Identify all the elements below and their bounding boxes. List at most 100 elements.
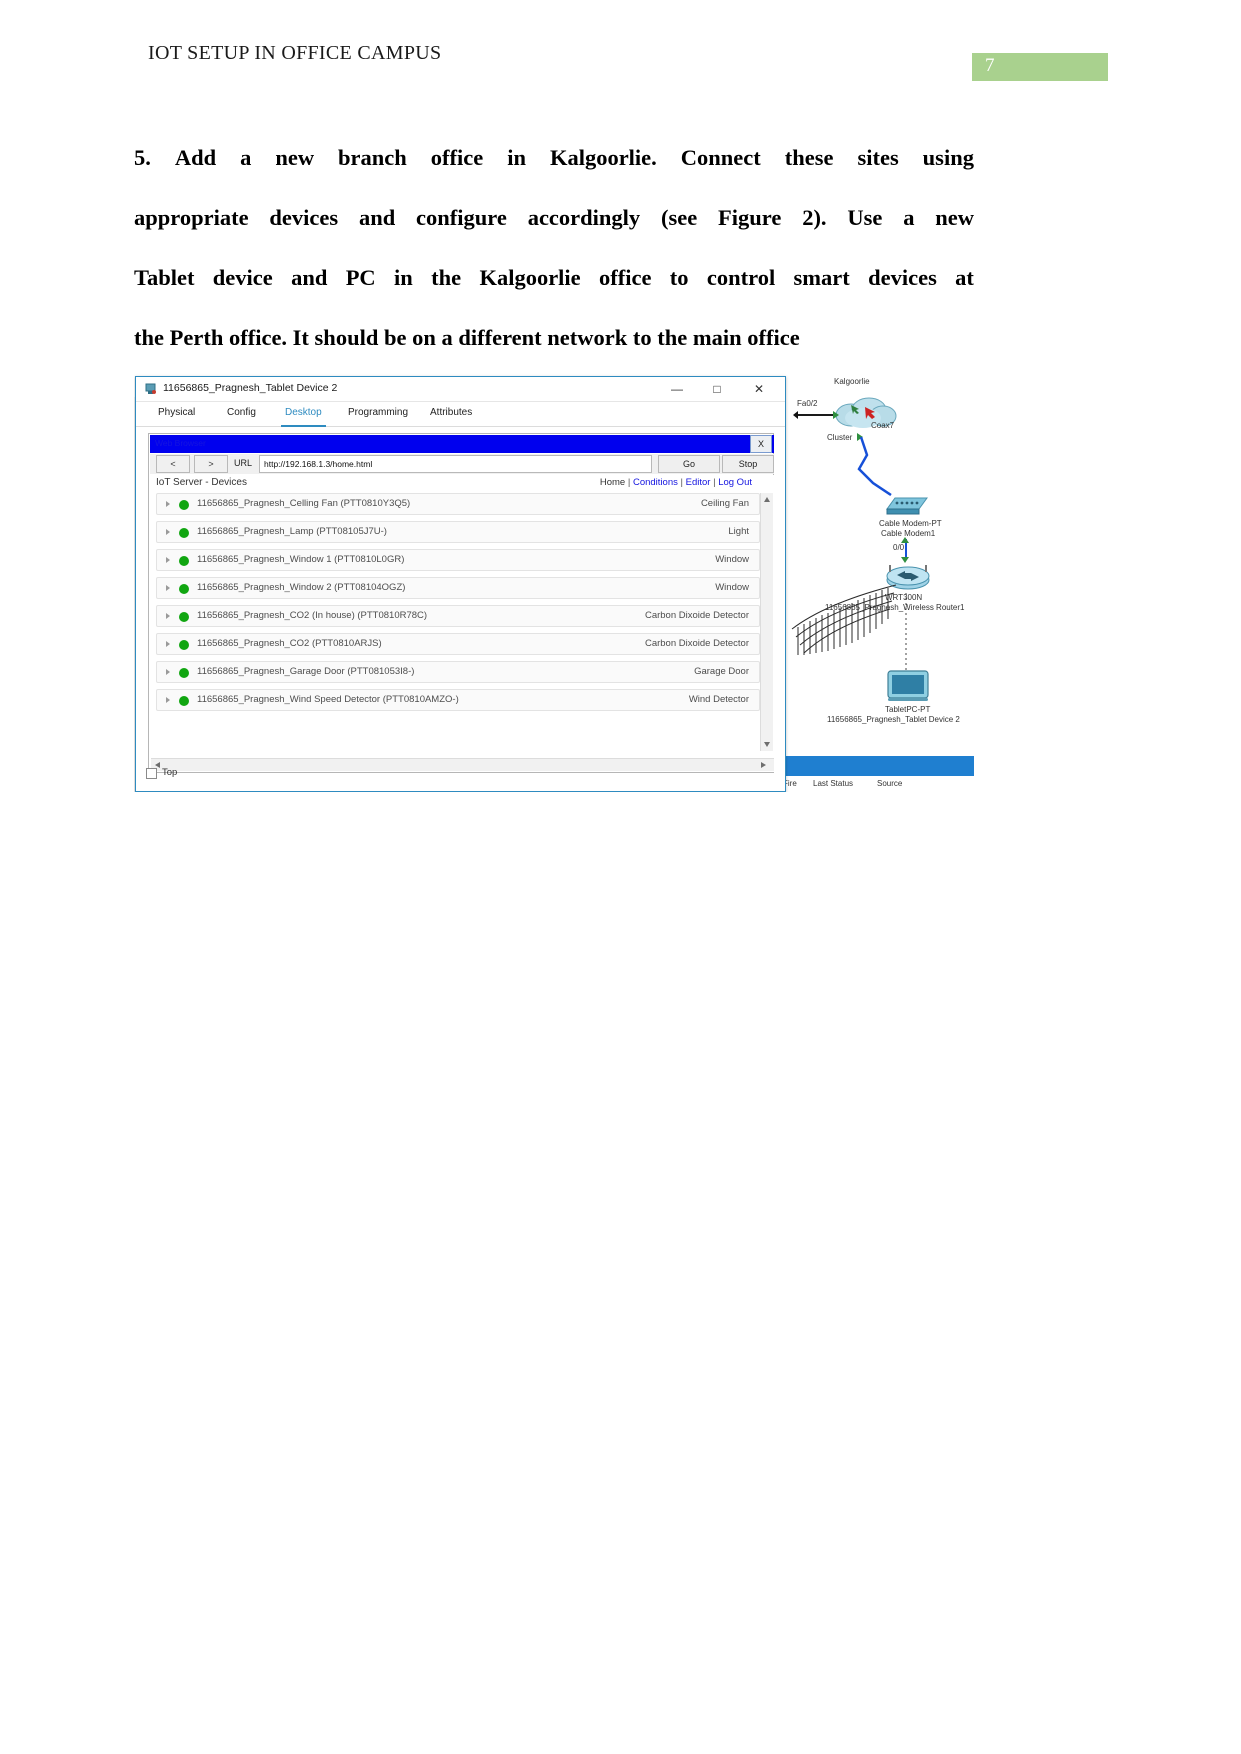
back-button[interactable]: < [156, 455, 190, 473]
device-name: 11656865_Pragnesh_CO2 (In house) (PTT081… [197, 610, 428, 621]
packet-tracer-status-bar [779, 756, 974, 776]
topo-tablet-label-2: 11656865_Pragnesh_Tablet Device 2 [827, 715, 960, 724]
tab-physical[interactable]: Physical [154, 405, 199, 426]
forward-button[interactable]: > [194, 455, 228, 473]
table-row[interactable]: 11656865_Pragnesh_Wind Speed Detector (P… [156, 689, 760, 711]
expand-chevron-icon[interactable] [166, 613, 170, 619]
paragraph-word: using [922, 145, 974, 170]
maximize-button[interactable]: □ [697, 377, 737, 401]
browser-close-button[interactable]: X [750, 435, 772, 453]
topo-arrow-icon [793, 411, 798, 419]
url-input[interactable]: http://192.168.1.3/home.html [259, 455, 652, 473]
paragraph-word: and [358, 205, 396, 230]
device-type: Wind Detector [688, 694, 749, 705]
status-indicator-icon [179, 584, 189, 594]
browser-navigation-row: < > URL http://192.168.1.3/home.html Go … [150, 454, 774, 474]
expand-chevron-icon[interactable] [166, 529, 170, 535]
device-name: 11656865_Pragnesh_Garage Door (PTT081053… [197, 666, 415, 677]
expand-chevron-icon[interactable] [166, 585, 170, 591]
tab-attributes[interactable]: Attributes [426, 405, 476, 426]
window-title-bar: 11656865_Pragnesh_Tablet Device 2 — □ ✕ [136, 377, 785, 402]
table-row[interactable]: 11656865_Pragnesh_Garage Door (PTT081053… [156, 661, 760, 683]
paragraph-word: Tablet [134, 265, 195, 290]
col-source: Source [877, 779, 903, 788]
table-row[interactable]: 11656865_Pragnesh_CO2 (In house) (PTT081… [156, 605, 760, 627]
paragraph-word: PC [345, 265, 376, 290]
paragraph-word: (see [661, 205, 698, 230]
paragraph-word: devices [868, 265, 937, 290]
window-title: 11656865_Pragnesh_Tablet Device 2 [163, 382, 338, 394]
expand-chevron-icon[interactable] [166, 669, 170, 675]
device-type: Window [715, 554, 749, 565]
device-name: 11656865_Pragnesh_Window 2 (PTT08104OGZ) [197, 582, 406, 593]
top-checkbox-label: Top [162, 767, 178, 778]
minimize-button[interactable]: — [657, 377, 697, 401]
expand-chevron-icon[interactable] [166, 641, 170, 647]
paragraph-word: a [240, 145, 252, 170]
link-editor[interactable]: Editor [686, 477, 711, 488]
topo-port-up-icon [833, 411, 839, 419]
paragraph-word: 5. [134, 145, 151, 170]
paragraph-word: Kalgoorlie [479, 265, 581, 290]
expand-chevron-icon[interactable] [166, 697, 170, 703]
link-log-out[interactable]: Log Out [718, 477, 752, 488]
status-indicator-icon [179, 640, 189, 650]
topo-modem-port-label: 0/0 [893, 543, 905, 552]
tab-config[interactable]: Config [223, 405, 260, 426]
paragraph-word: device [212, 265, 273, 290]
device-type: Light [728, 526, 749, 537]
top-checkbox[interactable] [146, 768, 157, 779]
table-row[interactable]: 11656865_Pragnesh_CO2 (PTT0810ARJS) Carb… [156, 633, 760, 655]
link-separator: | [627, 477, 631, 488]
expand-chevron-icon[interactable] [166, 557, 170, 563]
document-header: IOT SETUP IN OFFICE CAMPUS 7 [0, 0, 1241, 100]
paragraph-line-1: 5. Add a new branch office in Kalgoorlie. Connec… [134, 128, 974, 188]
device-name: 11656865_Pragnesh_CO2 (PTT0810ARJS) [197, 638, 382, 649]
paragraph-line-2: appropriate devices and configure accordingl… [134, 188, 974, 248]
topo-tablet-label-1: TabletPC-PT [885, 705, 931, 714]
link-separator: | [713, 477, 716, 488]
table-row[interactable]: 11656865_Pragnesh_Celling Fan (PTT0810Y3… [156, 493, 760, 515]
paragraph-word: office [599, 265, 652, 290]
network-topology-diagram: Kalgoorlie Fa0/2 Coax7 Cluster Cable Mod… [789, 371, 974, 771]
page-vertical-scrollbar[interactable] [760, 493, 773, 751]
tab-desktop[interactable]: Desktop [281, 405, 326, 427]
paragraph-word: and [291, 265, 328, 290]
device-type: Ceiling Fan [700, 498, 749, 509]
paragraph-word: Kalgoorlie. [549, 145, 657, 170]
stop-button[interactable]: Stop [722, 455, 774, 473]
topo-interface-label: Fa0/2 [797, 399, 818, 408]
status-indicator-icon [179, 696, 189, 706]
page-heading: IoT Server - Devices [156, 477, 247, 488]
go-button[interactable]: Go [658, 455, 720, 473]
browser-title-bar: Web Browser [150, 435, 774, 453]
paragraph-word: control [706, 265, 776, 290]
instruction-paragraph: 5. Add a new branch office in Kalgoorlie. Connec… [134, 128, 974, 368]
status-indicator-icon [179, 612, 189, 622]
tab-programming[interactable]: Programming [344, 405, 412, 426]
browser-title-label: Web Browser [155, 438, 206, 448]
paragraph-word: Figure [718, 205, 782, 230]
paragraph-word: a [903, 205, 915, 230]
close-button[interactable]: ✕ [739, 377, 779, 401]
table-row[interactable]: 11656865_Pragnesh_Window 1 (PTT0810L0GR)… [156, 549, 760, 571]
scroll-right-icon[interactable] [761, 762, 766, 768]
url-label: URL [234, 458, 253, 468]
table-row[interactable]: 11656865_Pragnesh_Window 2 (PTT08104OGZ)… [156, 577, 760, 599]
topo-site-label: Kalgoorlie [834, 377, 870, 386]
page-number: 7 [985, 55, 995, 76]
status-indicator-icon [179, 668, 189, 678]
scroll-up-icon[interactable] [764, 497, 770, 502]
topo-coax-label: Coax7 [871, 421, 895, 430]
scroll-down-icon[interactable] [764, 742, 770, 747]
link-home[interactable]: Home [600, 477, 625, 488]
paragraph-word: accordingly [527, 205, 641, 230]
packet-tracer-bottom-columns: Fire Last Status Source [779, 779, 974, 792]
iot-server-page: IoT Server - Devices Home | Conditions |… [150, 475, 774, 772]
status-indicator-icon [179, 556, 189, 566]
paragraph-word: the [431, 265, 462, 290]
topo-link-fa02 [797, 414, 833, 416]
table-row[interactable]: 11656865_Pragnesh_Lamp (PTT08105J7U-) Li… [156, 521, 760, 543]
expand-chevron-icon[interactable] [166, 501, 170, 507]
link-conditions[interactable]: Conditions [633, 477, 678, 488]
